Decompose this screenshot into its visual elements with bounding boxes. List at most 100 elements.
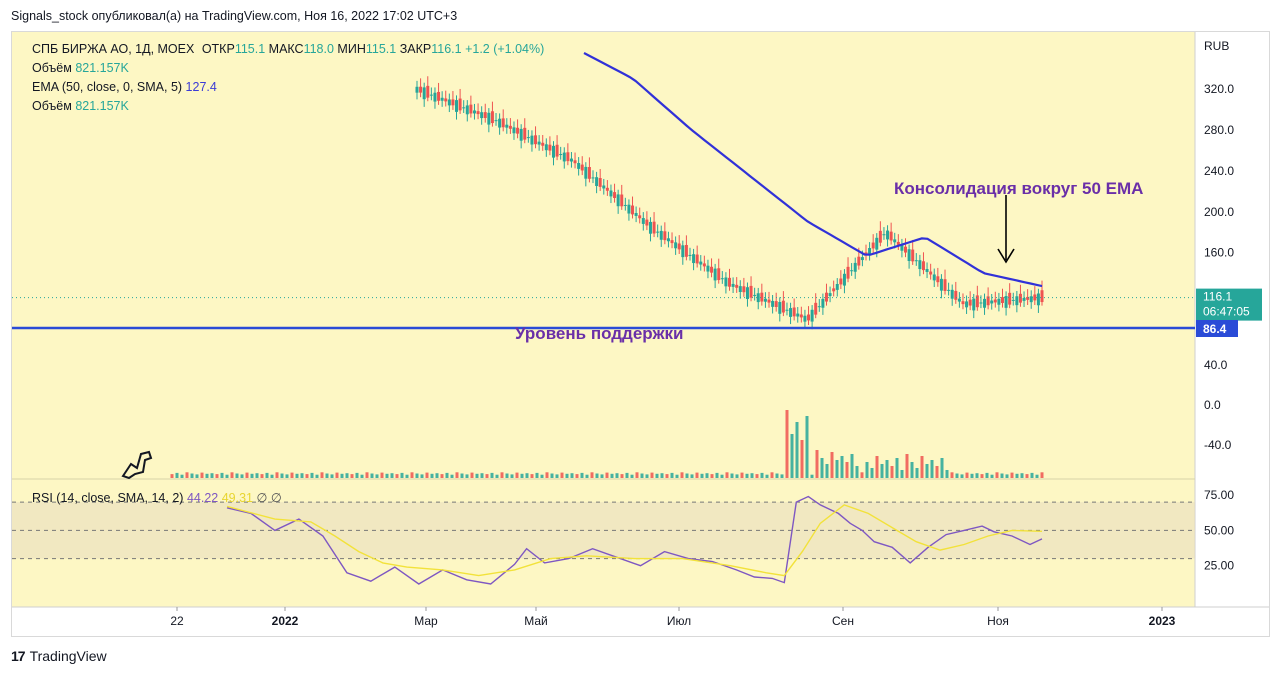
volume-bar bbox=[880, 464, 884, 478]
volume-bar bbox=[1015, 473, 1019, 478]
candle-body bbox=[681, 245, 685, 258]
candle-body bbox=[911, 249, 915, 262]
candle-body bbox=[544, 144, 548, 151]
volume-bar bbox=[315, 474, 319, 478]
candle-body bbox=[846, 266, 850, 279]
volume-bar bbox=[465, 474, 469, 478]
volume-bar bbox=[765, 474, 769, 478]
volume-bar bbox=[215, 474, 219, 478]
candle-body bbox=[569, 158, 573, 162]
volume-bar bbox=[870, 468, 874, 478]
volume-bar bbox=[375, 474, 379, 478]
legend-volume-label: Объём bbox=[32, 61, 72, 75]
volume-bar bbox=[845, 462, 849, 478]
volume-bar bbox=[485, 474, 489, 478]
volume-bar bbox=[565, 473, 569, 478]
volume-bar bbox=[820, 458, 824, 478]
candle-body bbox=[602, 185, 606, 189]
volume-bar bbox=[395, 474, 399, 478]
time-axis-background bbox=[12, 607, 1269, 636]
candle-body bbox=[878, 230, 882, 243]
candle-body bbox=[631, 205, 635, 215]
volume-bar bbox=[470, 472, 474, 478]
volume-bar bbox=[800, 440, 804, 478]
time-tick-label: Сен bbox=[832, 614, 854, 628]
candle-body bbox=[702, 263, 706, 267]
candle-body bbox=[993, 299, 997, 303]
volume-bar bbox=[510, 474, 514, 478]
volume-bar bbox=[675, 474, 679, 478]
candle-body bbox=[943, 279, 947, 291]
candle-body bbox=[620, 194, 624, 207]
candle-body bbox=[580, 164, 584, 171]
volume-bar bbox=[775, 473, 779, 478]
candle-body bbox=[720, 278, 724, 280]
legend-low: 115.1 bbox=[365, 42, 397, 56]
candle-body bbox=[839, 278, 843, 285]
candle-body bbox=[534, 135, 538, 145]
legend-ema: EMA (50, close, 0, SMA, 5) 127.4 bbox=[32, 80, 217, 94]
candle-body bbox=[979, 302, 983, 304]
volume-bar bbox=[720, 474, 724, 478]
volume-bar bbox=[325, 473, 329, 478]
volume-bar bbox=[900, 470, 904, 478]
rsi-tick-label: 75.00 bbox=[1204, 488, 1234, 502]
candle-body bbox=[659, 230, 663, 240]
candle-body bbox=[440, 97, 444, 101]
candle-body bbox=[957, 298, 961, 302]
candle-body bbox=[1036, 293, 1040, 306]
candle-body bbox=[824, 292, 828, 302]
tradingview-logo[interactable]: 17 TradingView bbox=[11, 648, 107, 664]
candle-body bbox=[767, 299, 771, 303]
candle-body bbox=[512, 127, 516, 134]
candle-body bbox=[1018, 293, 1022, 303]
candle-body bbox=[483, 112, 487, 119]
tradingview-logo-text: TradingView bbox=[29, 648, 107, 664]
candle-body bbox=[526, 137, 530, 139]
candle-body bbox=[695, 254, 699, 264]
candle-body bbox=[965, 301, 969, 308]
volume-bar bbox=[595, 473, 599, 478]
candle-body bbox=[771, 300, 775, 307]
volume-bar bbox=[265, 472, 269, 478]
volume-bar bbox=[805, 416, 809, 478]
candle-body bbox=[925, 268, 929, 272]
candle-body bbox=[731, 283, 735, 287]
candle-body bbox=[760, 292, 764, 302]
candle-body bbox=[850, 270, 854, 272]
volume-bar bbox=[230, 472, 234, 478]
volume-bar bbox=[915, 468, 919, 478]
volume-bar bbox=[530, 474, 534, 478]
volume-bar bbox=[350, 474, 354, 478]
volume-bar bbox=[585, 474, 589, 478]
legend-low-label: МИН bbox=[337, 42, 366, 56]
volume-bar bbox=[500, 472, 504, 478]
candle-body bbox=[918, 260, 922, 270]
volume-bar bbox=[370, 473, 374, 478]
candle-body bbox=[763, 298, 767, 302]
volume-bar bbox=[455, 472, 459, 478]
legend-ema-value: 127.4 bbox=[185, 80, 217, 94]
volume-bar bbox=[380, 472, 384, 478]
candle-body bbox=[936, 276, 940, 283]
legend-rsi: RSI (14, close, SMA, 14, 2) 44.22 49.31 … bbox=[32, 490, 282, 505]
volume-bar bbox=[185, 472, 189, 478]
volume-bar bbox=[795, 422, 799, 478]
volume-bar bbox=[1005, 474, 1009, 478]
candle-body bbox=[415, 86, 419, 93]
volume-bar bbox=[210, 473, 214, 478]
candle-body bbox=[932, 274, 936, 281]
candle-body bbox=[462, 107, 466, 109]
candle-body bbox=[648, 221, 652, 234]
candle-body bbox=[868, 248, 872, 254]
volume-bar bbox=[300, 473, 304, 478]
candle-body bbox=[501, 118, 505, 128]
candle-body bbox=[914, 260, 918, 262]
candle-body bbox=[609, 190, 613, 197]
volume-bar bbox=[460, 473, 464, 478]
volume-bar bbox=[275, 472, 279, 478]
candle-body bbox=[1004, 296, 1008, 308]
volume-bar bbox=[940, 458, 944, 478]
volume-bar bbox=[700, 473, 704, 478]
candle-body bbox=[634, 213, 638, 216]
